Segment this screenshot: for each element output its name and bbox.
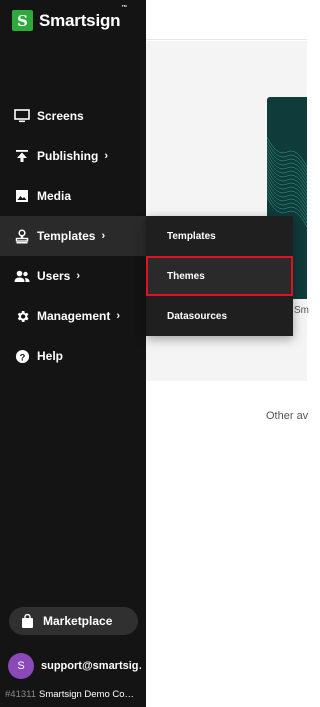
sidebar-item-publishing[interactable]: Publishing › bbox=[0, 136, 146, 176]
sidebar-item-users[interactable]: Users › bbox=[0, 256, 146, 296]
shopping-bag-icon bbox=[19, 613, 35, 629]
brand-name: Smartsign™ bbox=[39, 4, 128, 30]
avatar: S bbox=[8, 653, 34, 679]
sidebar-item-media[interactable]: Media bbox=[0, 176, 146, 216]
sidebar-item-label: Management bbox=[37, 309, 111, 323]
submenu-item-templates[interactable]: Templates bbox=[146, 216, 293, 256]
marketplace-label: Marketplace bbox=[43, 614, 113, 628]
chevron-right-icon: › bbox=[101, 230, 106, 242]
smartsign-logo-icon: S bbox=[12, 10, 33, 31]
sidebar-item-help[interactable]: ? Help bbox=[0, 336, 146, 376]
monitor-icon bbox=[14, 108, 30, 124]
org-name: Smartsign Demo Co… bbox=[39, 689, 135, 700]
sidebar-item-label: Users bbox=[37, 269, 71, 283]
sidebar-item-screens[interactable]: Screens bbox=[0, 96, 146, 136]
other-available-text: Other av bbox=[266, 410, 309, 422]
image-icon bbox=[14, 188, 30, 204]
svg-text:?: ? bbox=[19, 352, 25, 362]
top-bar bbox=[146, 0, 307, 40]
sidebar-item-label: Templates bbox=[37, 229, 96, 243]
templates-submenu: Templates Themes Datasources bbox=[146, 216, 293, 336]
chevron-right-icon: › bbox=[116, 310, 121, 322]
chevron-right-icon: › bbox=[104, 150, 109, 162]
sidebar-item-label: Media bbox=[37, 189, 72, 203]
sidebar-item-label: Publishing bbox=[37, 149, 99, 163]
marketplace-button[interactable]: Marketplace bbox=[9, 607, 138, 635]
sidebar-nav: Screens Publishing › Media Templates › U… bbox=[0, 96, 146, 376]
sidebar-item-templates[interactable]: Templates › bbox=[0, 216, 146, 256]
sidebar: S Smartsign™ Screens Publishing › Media bbox=[0, 0, 146, 707]
help-icon: ? bbox=[14, 348, 30, 364]
user-menu[interactable]: S support@smartsig… bbox=[8, 653, 141, 679]
theme-caption: Sm bbox=[294, 305, 309, 316]
chevron-right-icon: › bbox=[76, 270, 81, 282]
publish-upload-icon bbox=[14, 148, 30, 164]
brand-logo[interactable]: S Smartsign™ bbox=[12, 4, 128, 31]
sidebar-item-label: Screens bbox=[37, 109, 84, 123]
submenu-item-themes[interactable]: Themes bbox=[146, 256, 293, 296]
stamp-icon bbox=[14, 228, 30, 244]
org-id: #41311 bbox=[5, 689, 36, 700]
sidebar-item-management[interactable]: Management › bbox=[0, 296, 146, 336]
organization-info: #41311 Smartsign Demo Co… bbox=[5, 689, 145, 700]
user-email: support@smartsig… bbox=[41, 660, 141, 672]
sidebar-item-label: Help bbox=[37, 349, 64, 363]
gear-icon bbox=[14, 308, 30, 324]
submenu-item-datasources[interactable]: Datasources bbox=[146, 296, 293, 336]
users-icon bbox=[14, 268, 30, 284]
